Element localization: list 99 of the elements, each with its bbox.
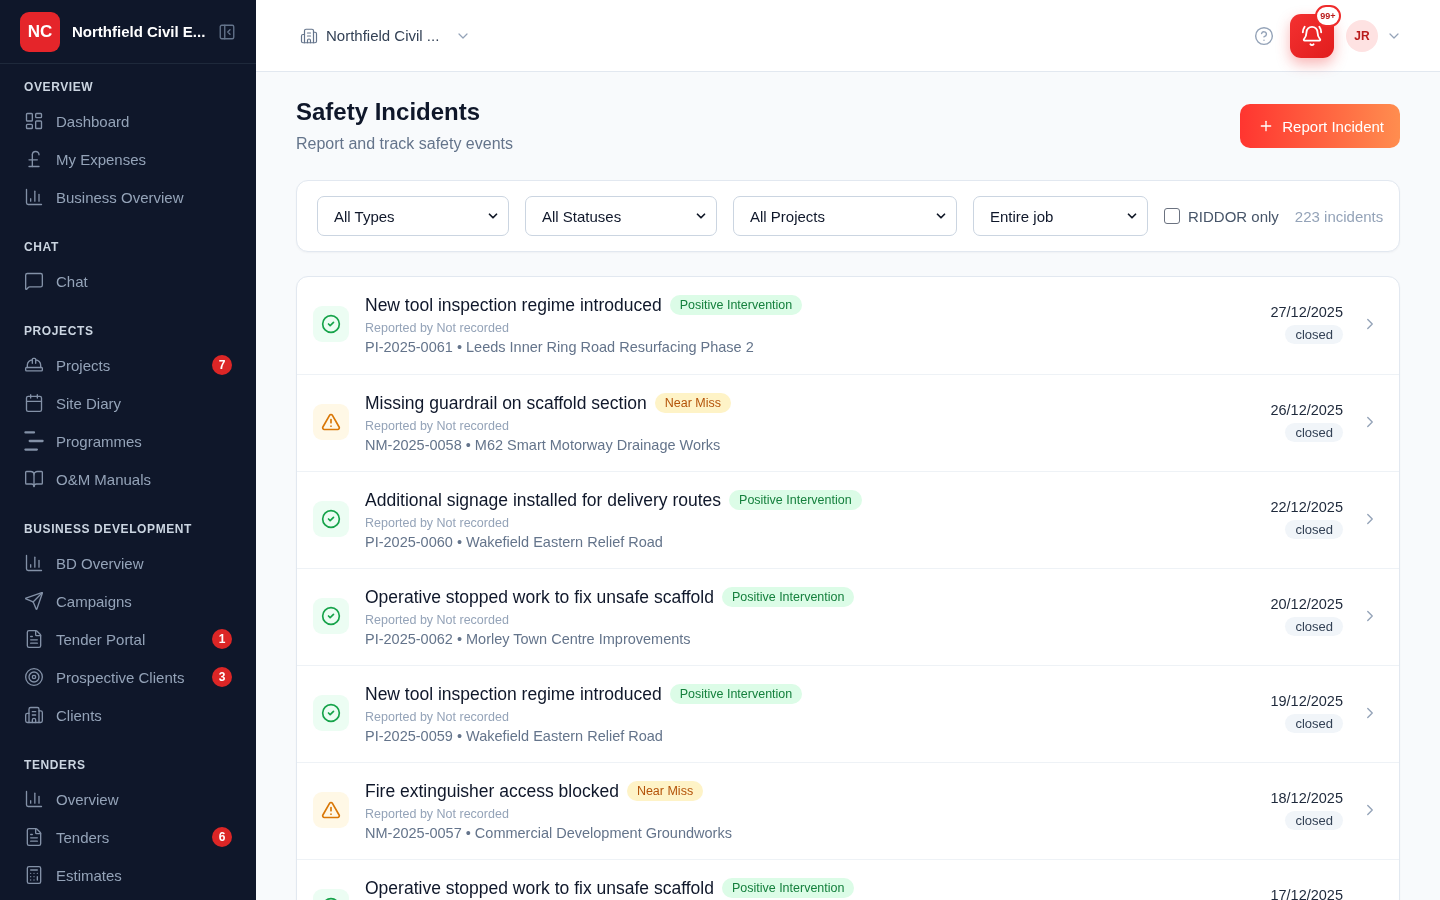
nav-item[interactable]: Clients [24,698,232,732]
building-icon [300,26,318,45]
count-badge: 7 [212,355,232,375]
filter-dropdown[interactable]: Entire job [973,196,1148,236]
nav-section-title: TENDERS [23,757,87,774]
incident-type-tag: Positive Intervention [669,684,803,704]
incident-type-tag: Near Miss [626,781,704,801]
reporter-text: Reported by Not recorded [365,418,509,435]
incident-title[interactable]: Additional signage installed for delivery routes [365,489,722,511]
incident-title[interactable]: Operative stopped work to fix unsafe scaffold [365,877,714,899]
reporter-text: Reported by Not recorded [365,709,509,726]
count-badge: 6 [212,827,232,847]
bar-chart-icon [24,187,44,207]
status-tag: closed [1285,325,1343,344]
nav-item[interactable]: BD Overview [24,546,232,580]
incident-date: 18/12/2025 [1270,791,1343,805]
incident-date: 17/12/2025 [1270,888,1343,900]
incident-title[interactable]: New tool inspection regime introduced [365,683,662,705]
nav-item[interactable]: Campaigns [24,584,232,618]
incident-date: 26/12/2025 [1270,403,1343,417]
filter-dropdown[interactable]: All Statuses [525,196,717,236]
reporter-text: Reported by Not recorded [365,320,509,337]
company-logo: NC [20,11,60,52]
nav-item[interactable]: Site Diary [24,386,232,420]
incident-title[interactable]: New tool inspection regime introduced [365,294,662,316]
incident-type-tag: Positive Intervention [669,295,803,315]
help-icon [1254,25,1274,46]
incident-title[interactable]: Fire extinguisher access blocked [365,780,619,802]
count-badge: 1 [212,629,232,649]
nav-item[interactable]: Tenders [24,820,212,854]
user-avatar[interactable]: JR [1346,19,1378,52]
nav-item[interactable]: Projects [24,348,212,382]
reference-text: PI-2025-0062 • Morley Town Centre Improvements [365,630,691,649]
reference-text: NM-2025-0058 • M62 Smart Motorway Drainage Works [365,436,721,455]
target-icon [24,667,44,687]
lines-icon [24,431,44,451]
checkbox-label[interactable]: RIDDOR only [1188,207,1279,225]
incident-type-tag: Positive Intervention [729,490,862,510]
incident-date: 22/12/2025 [1270,500,1343,514]
nav-item[interactable]: Business Overview [24,180,232,214]
dashboard-icon [24,111,44,131]
bell-icon [1301,24,1323,47]
nav-item[interactable]: Dashboard [24,104,232,138]
status-tag: closed [1285,423,1343,442]
incident-date: 27/12/2025 [1270,305,1343,319]
book-icon [24,469,44,489]
nav-item[interactable]: Tender Portal [24,622,212,656]
speech-bubble-icon [24,271,44,291]
paper-plane-icon [24,591,44,611]
document-icon [24,827,44,847]
page-title: Safety Incidents [296,97,481,127]
reporter-text: Reported by Not recorded [365,806,509,823]
riddor-checkbox[interactable] [1164,208,1180,224]
incident-title[interactable]: Missing guardrail on scaffold section [365,392,647,414]
incident-type-tag: Positive Intervention [721,587,855,607]
reporter-text: Reported by Not recorded [365,612,509,629]
panel-collapse-icon [218,22,236,41]
incident-type-tag: Positive Intervention [721,878,855,898]
reference-text: PI-2025-0059 • Wakefield Eastern Relief Road [365,727,663,746]
incident-type-tag: Near Miss [654,393,732,413]
help-button[interactable] [1254,25,1274,46]
reporter-text: Reported by Not recorded [365,515,509,532]
document-icon [24,629,44,649]
reference-text: PI-2025-0060 • Wakefield Eastern Relief Road [365,533,663,552]
status-tag: closed [1285,617,1343,636]
incident-date: 20/12/2025 [1270,597,1343,611]
calendar-icon [24,393,44,413]
nav-item[interactable]: Programmes [24,424,232,458]
nav-item[interactable]: Prospective Clients [24,660,212,694]
nav-item[interactable]: Chat [24,264,232,298]
filter-dropdown[interactable]: All Types [317,196,509,236]
notification-count-badge: 99+ [1315,4,1341,27]
incident-date: 19/12/2025 [1270,694,1343,708]
incident-count: 223 incidents [1294,207,1384,225]
collapse-sidebar-button[interactable] [218,22,236,41]
status-tag: closed [1285,811,1343,830]
incident-title[interactable]: Operative stopped work to fix unsafe scaffold [365,586,714,608]
status-tag: closed [1285,520,1343,539]
nav-item[interactable]: Estimates [24,858,232,892]
bar-chart-icon [24,789,44,809]
page-subtitle: Report and track safety events [296,134,513,154]
bar-chart-icon [24,553,44,573]
nav-item[interactable]: My Expenses [24,142,232,176]
reference-text: PI-2025-0061 • Leeds Inner Ring Road Resurfacing Phase 2 [365,338,754,357]
calculator-icon [24,865,44,885]
company-name: Northfield Civil E... [72,23,206,40]
nav-section-title: OVERVIEW [23,79,95,96]
filter-dropdown[interactable]: All Projects [733,196,957,236]
count-badge: 3 [212,667,232,687]
nav-item[interactable]: Overview [24,782,232,816]
reference-text: NM-2025-0057 • Commercial Development Groundworks [365,824,732,843]
nav-item[interactable]: O&M Manuals [24,462,232,496]
nav-section-title: CHAT [23,239,60,256]
hard-hat-icon [24,355,44,375]
nav-section-title: BUSINESS DEVELOPMENT [23,521,194,538]
company-selector[interactable]: Northfield Civil ... [300,26,472,45]
building-icon [24,705,44,725]
nav-section-title: PROJECTS [23,323,95,340]
status-tag: closed [1285,714,1343,733]
